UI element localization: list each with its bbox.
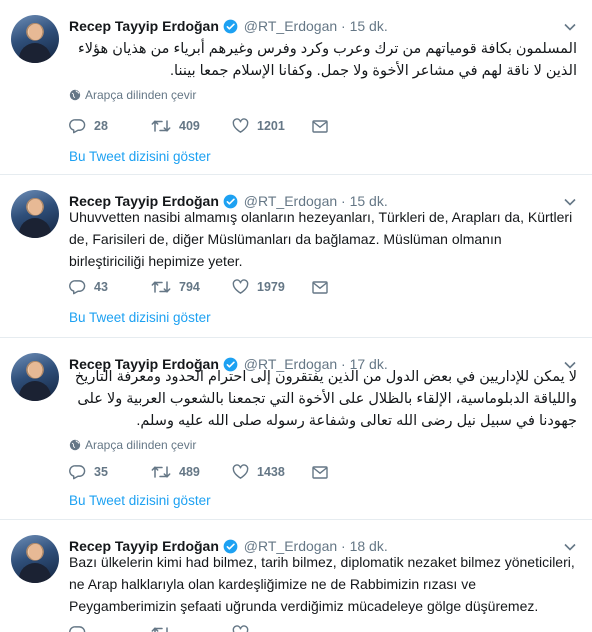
reply-button[interactable]: 35: [69, 461, 108, 483]
show-thread-link[interactable]: Bu Tweet dizisini göster: [69, 492, 211, 510]
reply-icon: [69, 465, 86, 480]
like-button[interactable]: 1438: [232, 461, 285, 483]
direct-message-button[interactable]: [312, 115, 336, 137]
reply-count: 43: [94, 280, 108, 294]
globe-icon: [69, 439, 81, 451]
like-button[interactable]: 1979: [232, 276, 285, 298]
heart-icon: [232, 464, 249, 479]
tweet-actions: [69, 622, 429, 632]
tweet-actions: 35 489 1438: [69, 461, 429, 483]
retweet-count: 409: [179, 119, 200, 133]
show-thread-link[interactable]: Bu Tweet dizisini göster: [69, 148, 211, 166]
tweet[interactable]: Recep Tayyip Erdoğan @RT_Erdogan · 15 dk…: [0, 0, 592, 175]
reply-icon: [69, 626, 86, 632]
reply-button[interactable]: [69, 622, 94, 632]
show-thread-link[interactable]: Bu Tweet dizisini göster: [69, 309, 211, 327]
direct-message-button[interactable]: [312, 276, 336, 298]
chevron-down-icon[interactable]: [563, 20, 577, 34]
reply-icon: [69, 119, 86, 134]
tweet[interactable]: Recep Tayyip Erdoğan @RT_Erdogan · 18 dk…: [0, 520, 592, 632]
avatar[interactable]: [11, 15, 59, 63]
like-count: 1438: [257, 465, 285, 479]
tweet[interactable]: Recep Tayyip Erdoğan @RT_Erdogan · 15 dk…: [0, 175, 592, 338]
tweet-text: Uhuvvetten nasibi almamış olanların heze…: [69, 209, 573, 269]
translate-label: Arapça dilinden çevir: [85, 88, 197, 102]
retweet-count: 489: [179, 465, 200, 479]
avatar[interactable]: [11, 353, 59, 401]
like-count: 1201: [257, 119, 285, 133]
tweet-text: المسلمون بكافة قومياتهم من ترك وعرب وكرد…: [77, 41, 577, 79]
globe-icon: [69, 89, 81, 101]
envelope-icon: [312, 119, 328, 133]
like-button[interactable]: 1201: [232, 115, 285, 137]
avatar[interactable]: [11, 190, 59, 238]
separator-dot: ·: [341, 18, 346, 34]
reply-count: 35: [94, 465, 108, 479]
retweet-button[interactable]: 489: [151, 461, 200, 483]
like-count: 1979: [257, 280, 285, 294]
tweet[interactable]: Recep Tayyip Erdoğan @RT_Erdogan · 17 dk…: [0, 338, 592, 520]
envelope-icon: [312, 280, 328, 294]
translate-link[interactable]: Arapça dilinden çevir: [69, 436, 196, 454]
retweet-button[interactable]: 409: [151, 115, 200, 137]
avatar[interactable]: [11, 535, 59, 583]
heart-icon: [232, 279, 249, 294]
reply-count: 28: [94, 119, 108, 133]
retweet-button[interactable]: [151, 622, 179, 632]
reply-icon: [69, 280, 86, 295]
like-button[interactable]: [232, 622, 257, 632]
reply-button[interactable]: 28: [69, 115, 108, 137]
retweet-count: 794: [179, 280, 200, 294]
retweet-icon: [151, 466, 171, 478]
heart-icon: [232, 118, 249, 133]
tweet-actions: 43 794 1979: [69, 276, 429, 298]
author-handle[interactable]: @RT_Erdogan: [244, 18, 337, 34]
tweet-text: لا يمكن للإداريين في بعض الدول من الذين …: [74, 369, 577, 429]
tweet-actions: 28 409 1201: [69, 115, 429, 137]
tweet-header: Recep Tayyip Erdoğan @RT_Erdogan · 15 dk…: [69, 16, 579, 36]
retweet-icon: [151, 281, 171, 293]
direct-message-button[interactable]: [312, 461, 336, 483]
retweet-button[interactable]: 794: [151, 276, 200, 298]
retweet-icon: [151, 627, 168, 632]
reply-button[interactable]: 43: [69, 276, 108, 298]
envelope-icon: [312, 465, 328, 479]
translate-label: Arapça dilinden çevir: [85, 438, 197, 452]
retweet-icon: [151, 120, 171, 132]
author-name[interactable]: Recep Tayyip Erdoğan: [69, 18, 219, 34]
tweet-timestamp[interactable]: 15 dk.: [350, 18, 388, 34]
verified-badge-icon: [223, 19, 238, 34]
tweet-text: Bazı ülkelerin kimi had bilmez, tarih bi…: [69, 554, 575, 614]
translate-link[interactable]: Arapça dilinden çevir: [69, 86, 196, 104]
heart-icon: [232, 625, 249, 632]
